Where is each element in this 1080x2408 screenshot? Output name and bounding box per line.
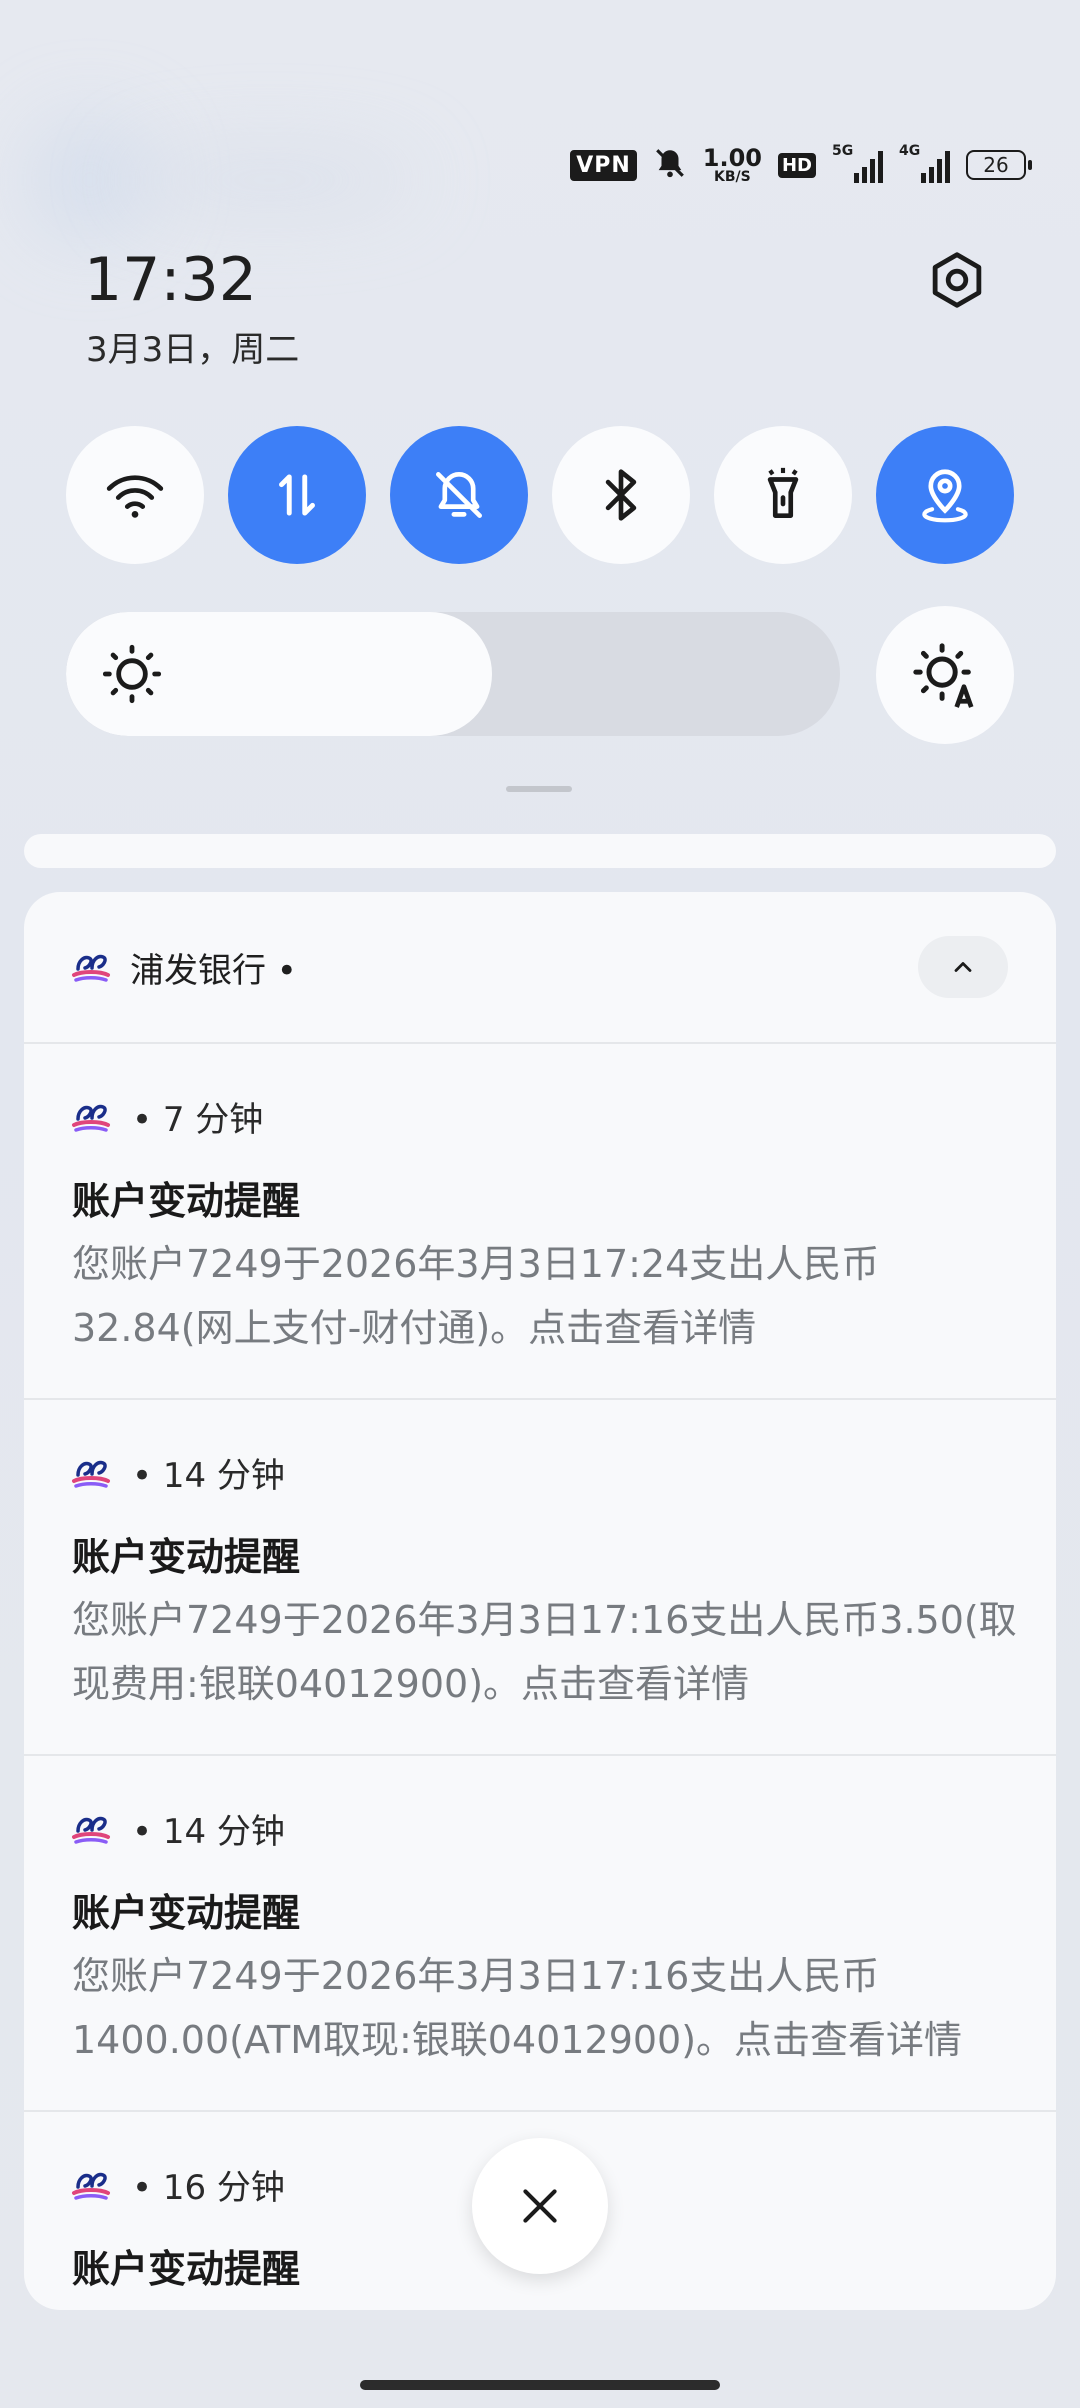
wifi-icon	[106, 475, 164, 518]
notification-body: 您账户7249于2026年3月3日17:24支出人民币32.84(网上支付-财付…	[72, 1242, 880, 1350]
spdb-logo-icon	[72, 1816, 110, 1844]
bluetooth-icon	[605, 469, 637, 521]
flashlight-icon	[767, 467, 799, 518]
bell-off-status-icon	[653, 146, 687, 184]
spdb-logo-icon	[72, 1104, 110, 1132]
location-icon	[922, 469, 968, 523]
stacked-notification-edge[interactable]	[24, 834, 1056, 868]
notification-title: 账户变动提醒	[72, 1179, 301, 1223]
notification-title: 账户变动提醒	[72, 1535, 301, 1579]
signal-4g-icon: 4G	[899, 143, 950, 183]
notification-body: 您账户7249于2026年3月3日17:16支出人民币3.50(取现费用:银联0…	[72, 1598, 1017, 1706]
battery-icon: 26	[966, 150, 1032, 180]
clear-all-button[interactable]	[472, 2138, 608, 2274]
data-arrows-icon	[279, 474, 315, 516]
brightness-slider[interactable]	[66, 612, 840, 736]
panel-drag-handle[interactable]	[506, 786, 572, 792]
gesture-nav-bar[interactable]	[360, 2380, 720, 2390]
silent-tile[interactable]	[390, 426, 528, 564]
spdb-logo-icon	[72, 954, 110, 982]
auto-brightness-button[interactable]	[876, 606, 1014, 744]
app-name: 浦发银行 •	[130, 950, 297, 991]
notification-item[interactable]: • 14 分钟 账户变动提醒 您账户7249于2026年3月3日17:16支出人…	[24, 1756, 1056, 2112]
close-icon	[523, 2189, 557, 2223]
vpn-badge: VPN	[570, 149, 637, 181]
wifi-tile[interactable]	[66, 426, 204, 564]
notification-title: 账户变动提醒	[72, 1891, 301, 1935]
notification-time: • 14 分钟	[132, 1812, 285, 1852]
status-bar: VPN 1.00 KB/S HD 5G 4G 26	[570, 140, 1032, 190]
mobile-data-tile[interactable]	[228, 426, 366, 564]
notification-time: • 16 分钟	[132, 2168, 285, 2208]
spdb-logo-icon	[72, 1460, 110, 1488]
chevron-up-icon	[954, 962, 972, 972]
hd-badge: HD	[777, 152, 816, 178]
notification-item[interactable]: • 7 分钟 账户变动提醒 您账户7249于2026年3月3日17:24支出人民…	[24, 1044, 1056, 1400]
sun-icon	[102, 644, 162, 704]
collapse-button[interactable]	[918, 936, 1008, 998]
flashlight-tile[interactable]	[714, 426, 852, 564]
notification-title: 账户变动提醒	[72, 2247, 301, 2291]
bluetooth-tile[interactable]	[552, 426, 690, 564]
notification-group: 浦发银行 • • 7 分钟 账户变动提醒 您账户7249于2026年3月3日17…	[24, 892, 1056, 2310]
notification-body: 您账户7249于2026年3月3日17:16支出人民币1400.00(ATM取现…	[72, 1954, 963, 2062]
clock-date: 3月3日，周二	[86, 330, 300, 370]
signal-5g-icon: 5G	[832, 143, 883, 183]
location-tile[interactable]	[876, 426, 1014, 564]
spdb-logo-icon	[72, 2172, 110, 2200]
quick-settings-tiles	[66, 426, 1014, 564]
notification-item[interactable]: • 14 分钟 账户变动提醒 您账户7249于2026年3月3日17:16支出人…	[24, 1400, 1056, 1756]
notification-time: • 14 分钟	[132, 1456, 285, 1496]
notification-time: • 7 分钟	[132, 1100, 264, 1140]
clock-time: 17:32	[84, 245, 257, 315]
notification-group-header[interactable]: 浦发银行 •	[24, 892, 1056, 1044]
settings-icon[interactable]	[925, 248, 989, 312]
auto-brightness-icon	[913, 643, 974, 708]
network-speed: 1.00 KB/S	[702, 144, 762, 185]
bell-off-icon	[436, 472, 482, 518]
